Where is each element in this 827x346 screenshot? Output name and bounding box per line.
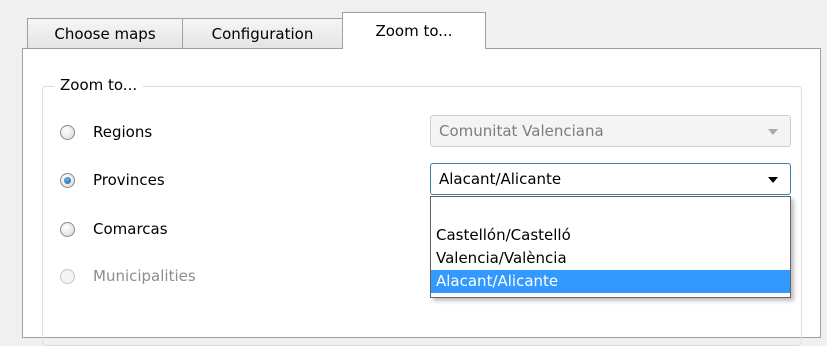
tab-zoom-to[interactable]: Zoom to...: [342, 12, 486, 49]
radio-provinces-circle[interactable]: [60, 172, 75, 188]
radio-regions-label: Regions: [93, 123, 153, 141]
chevron-down-icon[interactable]: [768, 177, 778, 183]
radio-comarcas[interactable]: Comarcas: [60, 218, 168, 240]
tab-configuration-label: Configuration: [211, 24, 314, 43]
dropdown-option-castellon[interactable]: Castellón/Castelló: [431, 224, 790, 247]
group-title: Zoom to...: [54, 76, 144, 94]
chevron-down-icon: [768, 129, 778, 135]
radio-municipalities-circle: [60, 268, 75, 284]
radio-regions-circle[interactable]: [60, 124, 75, 140]
radio-provinces[interactable]: Provinces: [60, 169, 165, 191]
tab-choose-maps-label: Choose maps: [54, 24, 156, 43]
provinces-select[interactable]: Alacant/Alicante: [430, 163, 791, 195]
radio-comarcas-label: Comarcas: [93, 220, 168, 238]
radio-regions[interactable]: Regions: [60, 121, 152, 143]
regions-select: Comunitat Valenciana: [430, 115, 791, 147]
radio-comarcas-circle[interactable]: [60, 221, 75, 237]
tab-configuration[interactable]: Configuration: [182, 18, 343, 48]
tab-zoom-to-label: Zoom to...: [375, 22, 453, 40]
dropdown-option-valencia[interactable]: Valencia/València: [431, 247, 790, 270]
dropdown-option-alacant[interactable]: Alacant/Alicante: [431, 270, 790, 293]
radio-municipalities-label: Municipalities: [93, 267, 196, 285]
regions-select-value: Comunitat Valenciana: [439, 122, 604, 140]
tab-choose-maps[interactable]: Choose maps: [27, 18, 183, 48]
provinces-select-value: Alacant/Alicante: [439, 170, 562, 188]
provinces-dropdown-list[interactable]: Castellón/Castelló Valencia/València Ala…: [430, 196, 791, 298]
radio-provinces-label: Provinces: [93, 171, 165, 189]
radio-municipalities: Municipalities: [60, 265, 196, 287]
